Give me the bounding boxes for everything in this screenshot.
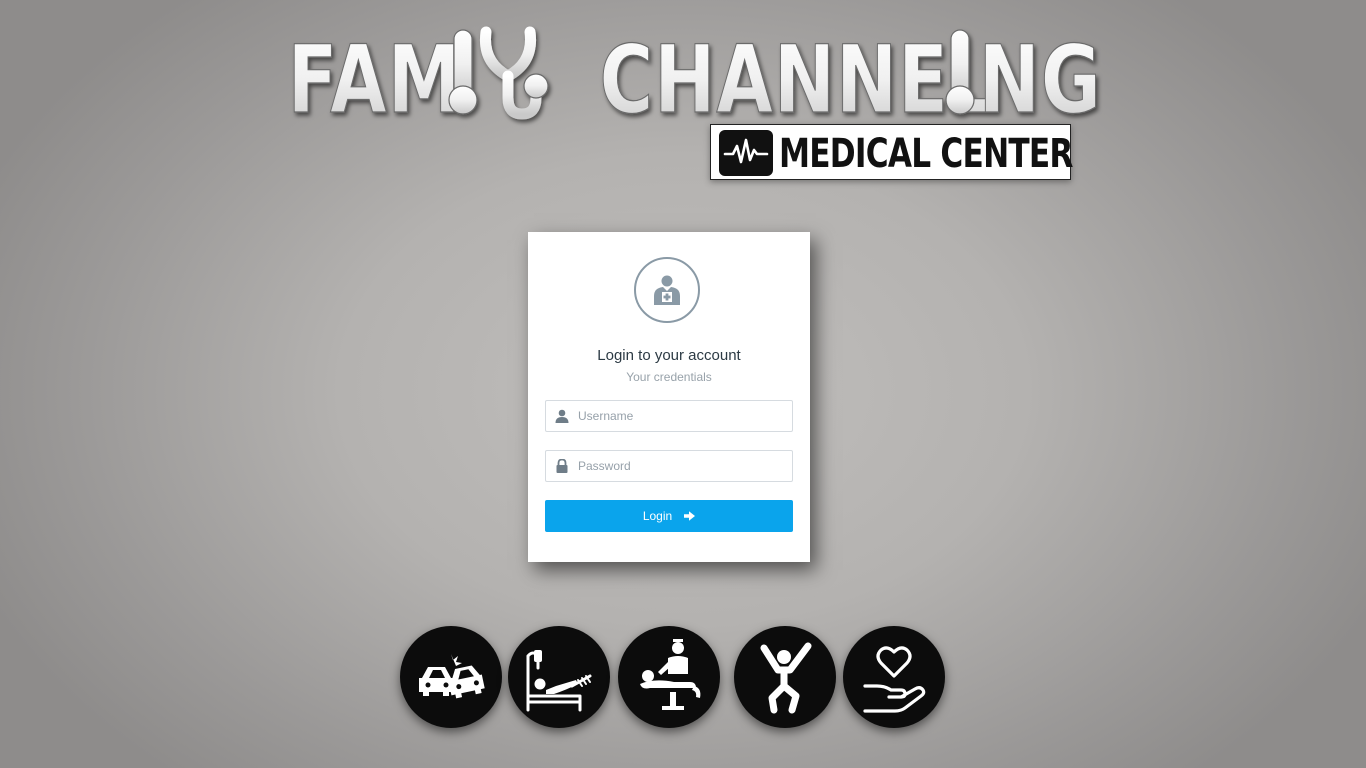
hospital-bed-patient-icon	[526, 650, 592, 712]
arrow-right-icon	[684, 511, 696, 521]
service-car-accident	[400, 626, 502, 728]
brand-title: FAM CHANNEL NG	[287, 24, 1101, 134]
login-card: Login to your account Your credentials L…	[528, 232, 810, 562]
brand-title-right-end: NG	[979, 25, 1102, 134]
login-button-label: Login	[642, 509, 673, 523]
password-input[interactable]	[578, 451, 788, 481]
login-title: Login to your account	[597, 347, 741, 364]
user-icon	[555, 409, 569, 423]
service-hospital-care	[508, 626, 610, 728]
login-subtitle: Your credentials	[626, 370, 712, 384]
car-accident-icon	[419, 654, 485, 699]
service-care	[843, 626, 945, 728]
medical-center-badge: MEDICAL CENTER	[710, 124, 1073, 180]
service-physiotherapy	[734, 626, 836, 728]
brand-title-left: FAM	[288, 25, 462, 134]
brand-title-right: CHANNEL	[600, 25, 997, 134]
stethoscope-icon	[479, 26, 549, 120]
heart-in-hand-icon	[863, 646, 926, 713]
medical-staff-icon	[634, 257, 700, 323]
service-dental-exam	[618, 626, 720, 728]
badge-text: MEDICAL CENTER	[779, 131, 1073, 177]
username-field[interactable]	[545, 400, 793, 432]
username-input[interactable]	[578, 401, 788, 431]
doctor-examining-patient-icon	[640, 639, 701, 710]
lock-icon	[556, 459, 568, 473]
heartbeat-icon	[719, 130, 773, 176]
login-button[interactable]: Login	[545, 500, 793, 532]
jumping-person-icon	[760, 642, 812, 714]
password-field[interactable]	[545, 450, 793, 482]
